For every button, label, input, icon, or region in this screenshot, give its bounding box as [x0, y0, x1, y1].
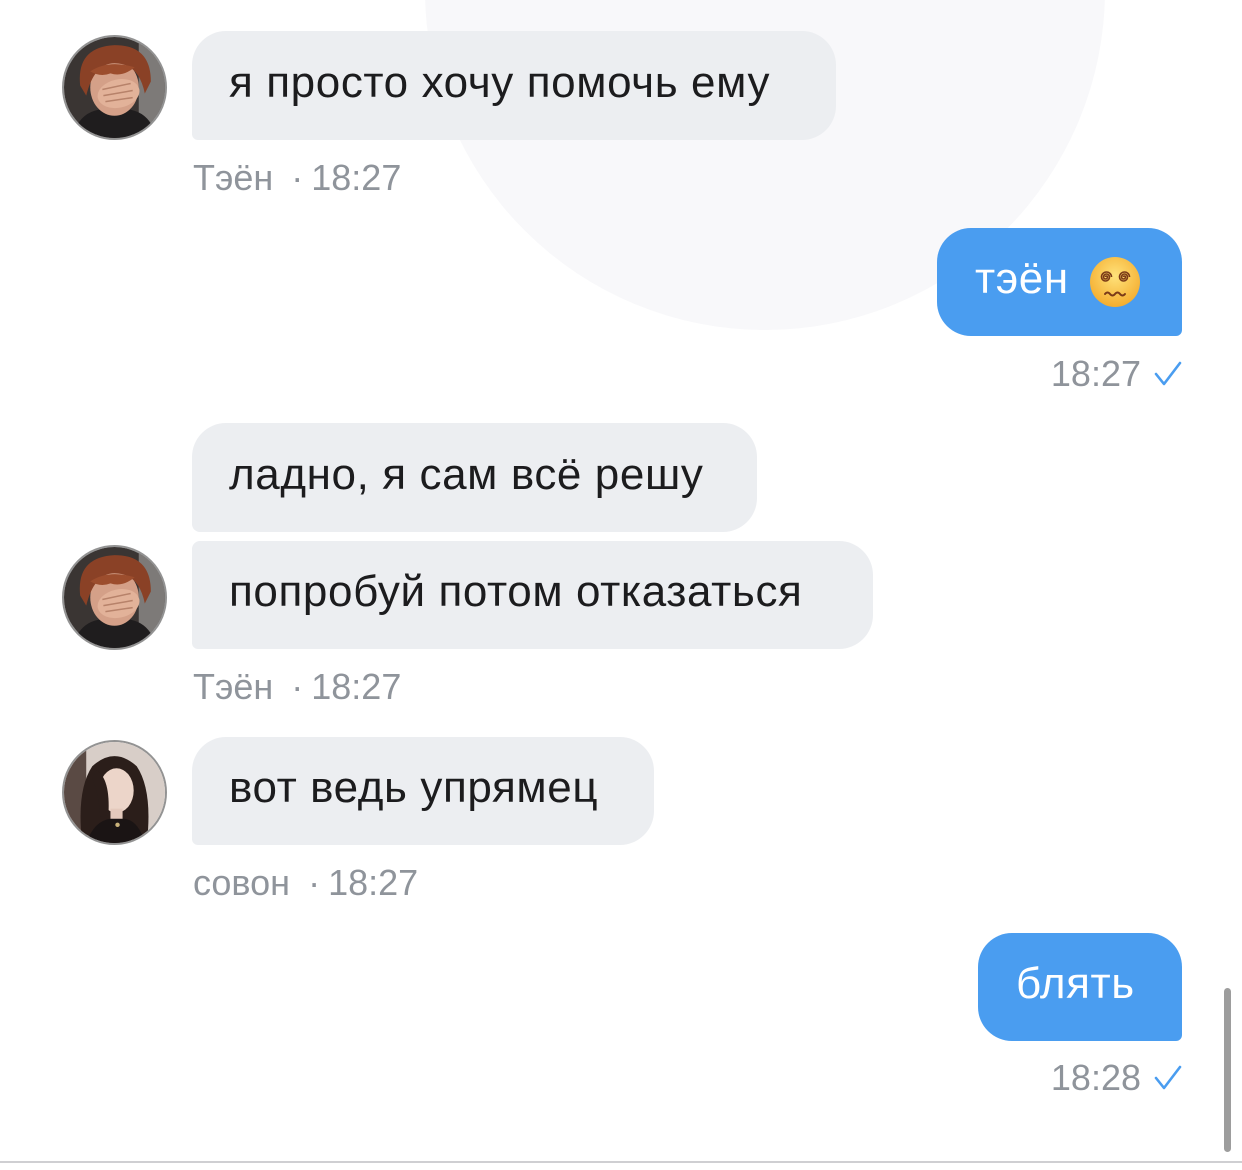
message-text: попробуй потом отказаться	[229, 567, 803, 616]
face-with-spiral-eyes-icon	[1089, 257, 1140, 307]
sender-avatar[interactable]	[62, 35, 167, 140]
message-text: я просто хочу помочь ему	[229, 57, 771, 107]
read-check-icon	[1154, 1065, 1182, 1090]
message-text: вот ведь упрямец	[229, 763, 599, 812]
avatar-photo	[64, 547, 165, 648]
message-bubble-incoming[interactable]: ладно, я сам всё решу	[192, 423, 757, 532]
meta-separator: ·	[291, 666, 304, 707]
vertical-scrollbar[interactable]	[1224, 988, 1231, 1152]
message-time: 18:27	[328, 862, 419, 903]
meta-separator: ·	[308, 862, 321, 903]
message-text: ладно, я сам всё решу	[229, 449, 704, 499]
message-bubble-incoming[interactable]: вот ведь упрямец	[192, 737, 654, 845]
message-bubble-outgoing[interactable]: тэён	[937, 228, 1182, 336]
message-meta: совон · 18:27	[193, 863, 418, 903]
sender-name: Тэён	[193, 157, 274, 198]
message-time: 18:27	[1050, 353, 1141, 394]
avatar-photo	[64, 742, 165, 843]
meta-separator: ·	[291, 157, 304, 198]
message-meta: Тэён · 18:27	[193, 158, 401, 198]
avatar-photo	[64, 37, 165, 138]
message-bubble-incoming[interactable]: попробуй потом отказаться	[192, 541, 873, 649]
bottom-divider	[0, 1161, 1242, 1163]
sender-avatar[interactable]	[62, 740, 167, 845]
message-bubble-outgoing[interactable]: блять	[978, 933, 1182, 1041]
message-meta: Тэён · 18:27	[193, 667, 401, 707]
message-text: блять	[1016, 959, 1135, 1008]
message-text: тэён	[975, 254, 1069, 303]
sender-avatar[interactable]	[62, 545, 167, 650]
message-time: 18:27	[311, 666, 402, 707]
sender-name: Тэён	[193, 666, 274, 707]
message-meta: 18:27	[1051, 354, 1182, 394]
message-bubble-incoming[interactable]: я просто хочу помочь ему	[192, 31, 836, 140]
sender-name: совон	[193, 862, 291, 903]
message-time: 18:27	[311, 157, 402, 198]
message-time: 18:28	[1050, 1057, 1141, 1098]
message-meta: 18:28	[1051, 1058, 1182, 1098]
read-check-icon	[1154, 361, 1182, 386]
